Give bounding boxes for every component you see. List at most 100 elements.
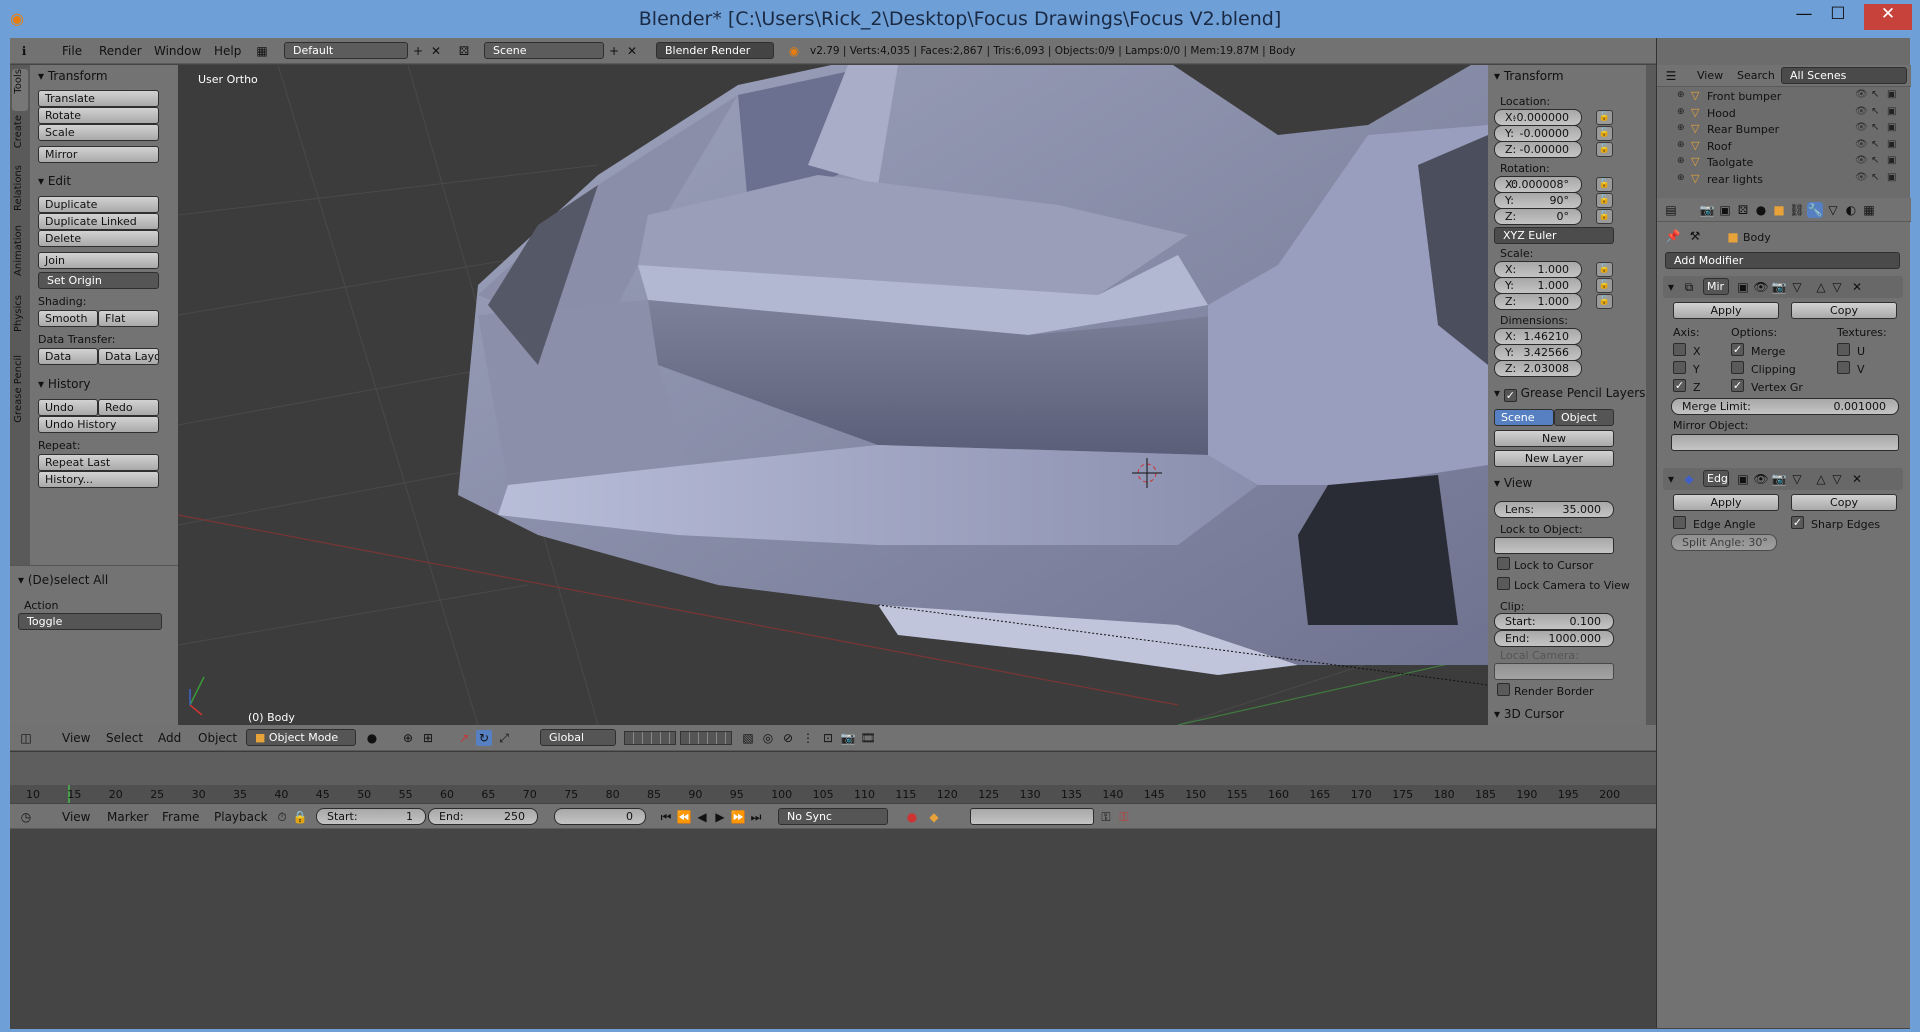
view3d-editor-icon[interactable]: ◫	[18, 730, 34, 746]
scale-lock-icon[interactable]: 🔓	[1596, 294, 1613, 309]
selectable-icon[interactable]: ↖	[1871, 172, 1879, 183]
data-tab-icon[interactable]: ▽	[1825, 202, 1841, 218]
selectable-icon[interactable]: ↖	[1871, 155, 1879, 166]
rotation-y-field[interactable]: Y: 90°	[1494, 192, 1582, 209]
lock-range-icon[interactable]: 🔒	[292, 809, 308, 825]
jump-key-back-icon[interactable]: ⏪	[676, 809, 692, 825]
renderable-icon[interactable]: ▣	[1887, 122, 1896, 133]
properties-editor-icon[interactable]: ▤	[1663, 202, 1679, 218]
rotation-lock-icon[interactable]: 🔓	[1596, 177, 1613, 192]
collapse-mirror-icon[interactable]: ▾	[1663, 279, 1679, 295]
visibility-icon[interactable]: 👁	[1855, 122, 1868, 133]
mirror-name-field[interactable]: Mir	[1703, 278, 1729, 295]
translate-button[interactable]: Translate	[38, 90, 159, 107]
layers-tab-icon[interactable]: ▣	[1717, 202, 1733, 218]
mirror-move-down-icon[interactable]: ▽	[1829, 279, 1845, 295]
render-border-checkbox[interactable]	[1497, 683, 1510, 696]
renderable-icon[interactable]: ▣	[1887, 172, 1896, 183]
outliner-item-name[interactable]: Hood	[1707, 107, 1736, 120]
renderable-icon[interactable]: ▣	[1887, 106, 1896, 117]
location-x-field[interactable]: X: -0.000000	[1494, 109, 1582, 126]
layers-grid-2[interactable]	[680, 731, 732, 745]
edge-name-field[interactable]: Edg	[1703, 470, 1729, 487]
timeline-menu-frame[interactable]: Frame	[162, 810, 199, 824]
outliner-item[interactable]: ⊕ ▽ rear lights 👁 ↖ ▣	[1657, 172, 1911, 188]
merge-limit-field[interactable]: Merge Limit: 0.001000	[1671, 398, 1899, 415]
add-layout-icon[interactable]: +	[410, 43, 426, 59]
mode-dropdown[interactable]: ■ Object Mode	[246, 729, 356, 746]
delete-keyframe-icon[interactable]: ⚿	[1116, 809, 1132, 825]
expand-icon[interactable]: ⊕	[1677, 123, 1685, 133]
location-y-field[interactable]: Y: -0.00000	[1494, 125, 1582, 142]
edit-panel-header[interactable]: ▾ Edit	[38, 174, 71, 188]
timeline-menu-view[interactable]: View	[62, 810, 90, 824]
outliner-menu-view[interactable]: View	[1697, 69, 1723, 82]
selectable-icon[interactable]: ↖	[1871, 139, 1879, 150]
close-button[interactable]: ✕	[1864, 4, 1912, 30]
current-frame-field[interactable]: 0	[554, 808, 646, 825]
undo-button[interactable]: Undo	[38, 399, 98, 416]
play-reverse-icon[interactable]: ◀	[694, 809, 710, 825]
expand-icon[interactable]: ⊕	[1677, 140, 1685, 150]
scene-tab-icon[interactable]: ⚄	[1735, 202, 1751, 218]
n-transform-header[interactable]: ▾ Transform	[1494, 69, 1564, 83]
minimize-button[interactable]: —	[1786, 4, 1822, 30]
mirror-render-icon[interactable]: 📷	[1771, 279, 1787, 295]
opengl-anim-icon[interactable]: 🎞	[860, 730, 876, 746]
modifiers-tab-icon[interactable]: 🔧	[1807, 202, 1823, 218]
rotation-lock-icon[interactable]: 🔓	[1596, 193, 1613, 208]
scene-icon[interactable]: ⚄	[456, 43, 472, 59]
tool-tab-animation[interactable]: Animation	[13, 225, 27, 276]
proportional-edit-icon[interactable]: ◎	[760, 730, 776, 746]
tool-tab-tools[interactable]: Tools	[13, 69, 27, 94]
timeline-area[interactable]: 10 15 20 25 30 35 40 45 50 55 60 65 70 75 80 85 90 95 100 1…	[10, 751, 1656, 804]
screen-layout-field[interactable]: Default	[284, 42, 408, 59]
tool-tab-physics[interactable]: Physics	[13, 295, 27, 332]
outliner-item-name[interactable]: rear lights	[1707, 173, 1763, 186]
texture-u-checkbox[interactable]	[1837, 343, 1850, 356]
menu-render[interactable]: Render	[99, 44, 142, 58]
jump-end-icon[interactable]: ⏭	[748, 809, 764, 825]
snap-toggle-icon[interactable]: ⊘	[780, 730, 796, 746]
axis-x-checkbox[interactable]	[1673, 343, 1686, 356]
gp-new-layer-button[interactable]: New Layer	[1494, 450, 1614, 467]
maximize-button[interactable]: ☐	[1820, 4, 1856, 30]
snap-element-icon[interactable]: ⋮	[800, 730, 816, 746]
lens-field[interactable]: Lens: 35.000	[1494, 501, 1614, 518]
scale-z-field[interactable]: Z: 1.000	[1494, 293, 1582, 310]
sync-mode-dropdown[interactable]: No Sync	[778, 808, 888, 825]
operator-panel-header[interactable]: ▾ (De)select All	[18, 573, 108, 587]
outliner-menu-search[interactable]: Search	[1737, 69, 1775, 82]
auto-keyframe-icon[interactable]: ●	[904, 809, 920, 825]
edge-move-down-icon[interactable]: ▽	[1829, 471, 1845, 487]
smooth-button[interactable]: Smooth	[38, 310, 98, 327]
visibility-icon[interactable]: 👁	[1855, 155, 1868, 166]
rotate-manipulator-icon[interactable]: ↻	[476, 730, 492, 746]
visibility-icon[interactable]: 👁	[1855, 106, 1868, 117]
pin-icon[interactable]: 📌	[1665, 228, 1681, 244]
undo-history-button[interactable]: Undo History	[38, 416, 159, 433]
outliner-item-name[interactable]: Roof	[1707, 140, 1731, 153]
screen-layout-icon[interactable]: ▦	[254, 43, 270, 59]
gp-object-button[interactable]: Object	[1554, 409, 1614, 426]
rotation-mode-dropdown[interactable]: XYZ Euler	[1494, 227, 1614, 244]
scene-field[interactable]: Scene	[484, 42, 604, 59]
lock-object-field[interactable]	[1494, 537, 1614, 554]
history-button[interactable]: History...	[38, 471, 159, 488]
view3d-menu-add[interactable]: Add	[158, 731, 181, 745]
mirror-copy-button[interactable]: Copy	[1791, 302, 1897, 319]
edge-copy-button[interactable]: Copy	[1791, 494, 1897, 511]
mirror-button[interactable]: Mirror	[38, 146, 159, 163]
add-modifier-dropdown[interactable]: Add Modifier	[1665, 252, 1900, 269]
keying-set-icon[interactable]: ◆	[926, 809, 942, 825]
edge-realtime-icon[interactable]: 👁	[1753, 471, 1769, 487]
transform-panel-header[interactable]: ▾ Transform	[38, 69, 108, 83]
object-tab-icon[interactable]: ■	[1771, 202, 1787, 218]
axis-z-checkbox[interactable]: ✓	[1673, 379, 1686, 392]
edge-cage-icon[interactable]: ▽	[1789, 471, 1805, 487]
menu-file[interactable]: File	[62, 44, 82, 58]
expand-icon[interactable]: ⊕	[1677, 90, 1685, 100]
merge-checkbox[interactable]: ✓	[1731, 343, 1744, 356]
outliner-filter-dropdown[interactable]: All Scenes	[1781, 67, 1907, 84]
render-engine-dropdown[interactable]: Blender Render	[656, 42, 774, 59]
